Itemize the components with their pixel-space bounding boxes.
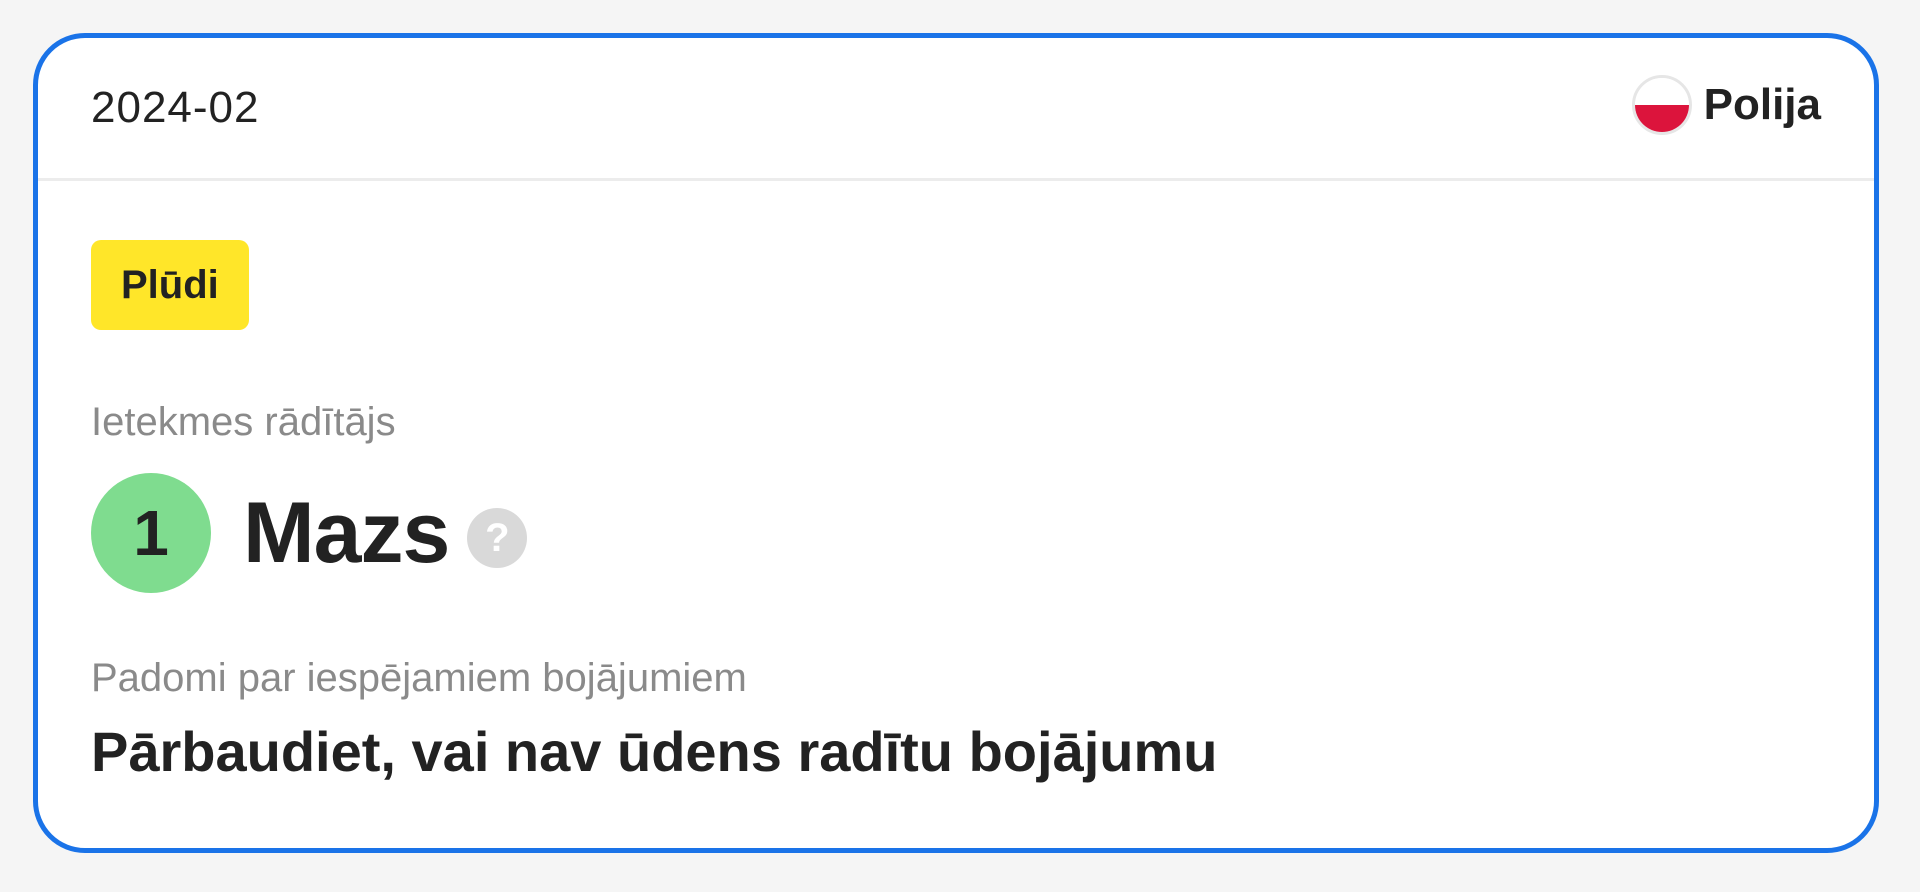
advice-text: Pārbaudiet, vai nav ūdens radītu bojājum… — [91, 720, 1218, 783]
country-name: Polija — [1703, 80, 1821, 129]
question-mark-icon[interactable]: ? — [467, 508, 528, 568]
impact-level-badge: 1 — [91, 473, 211, 593]
country-info: Polija — [1631, 72, 1821, 138]
impact-label: Ietekmes rādītājs — [91, 400, 396, 444]
impact-row: 1 Mazs ? — [91, 472, 528, 594]
event-date: 2024-02 — [91, 83, 260, 132]
impact-value: Mazs — [243, 484, 450, 581]
advice-label: Padomi par iespējamiem bojājumiem — [91, 656, 747, 700]
event-type-badge: Plūdi — [91, 240, 249, 330]
card-body: Plūdi Ietekmes rādītājs 1 Mazs ? Padomi … — [91, 240, 1821, 848]
event-card[interactable]: 2024-02 Polija Plūdi Ietekmes rādītājs 1… — [33, 33, 1879, 853]
poland-flag-icon — [1631, 75, 1692, 135]
card-header: 2024-02 Polija — [38, 38, 1874, 181]
